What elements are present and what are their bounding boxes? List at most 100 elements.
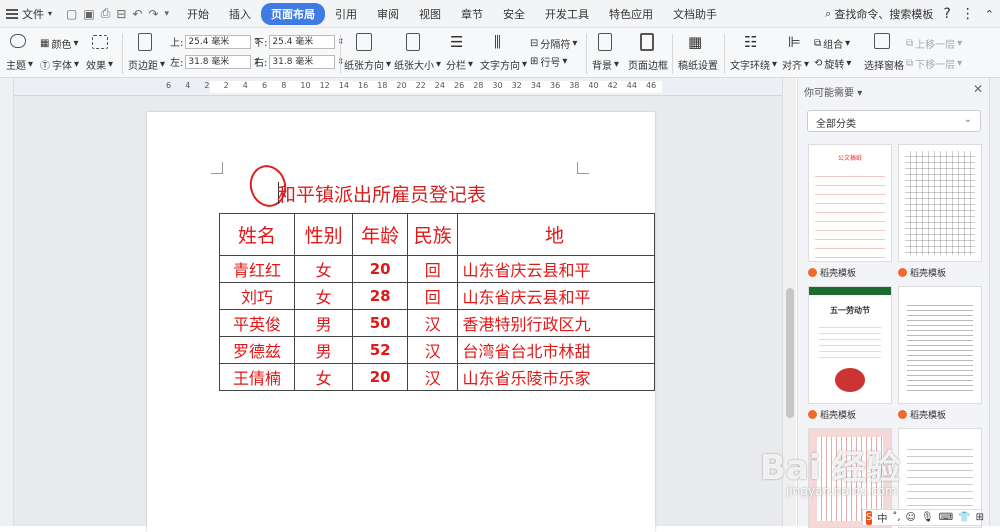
cell-gender[interactable]: 女 xyxy=(294,282,354,310)
cell-ethnic[interactable]: 汉 xyxy=(407,363,459,391)
cell-gender[interactable]: 女 xyxy=(294,363,354,391)
cell-addr[interactable]: 香港特别行政区九 xyxy=(457,309,655,337)
template-card[interactable]: 公文稿纸 xyxy=(808,144,892,262)
sogou-icon[interactable]: S xyxy=(866,510,873,525)
customize-icon[interactable]: ▾ xyxy=(165,9,170,19)
bring-forward-button[interactable]: ⧉ 上移一层 ▾ xyxy=(906,36,962,51)
cell-name[interactable]: 平英俊 xyxy=(218,309,296,337)
print-icon[interactable]: ⎙ xyxy=(101,6,111,21)
template-card[interactable]: 五一劳动节 xyxy=(808,286,892,404)
cell-addr[interactable]: 台湾省台北市林甜 xyxy=(457,336,655,364)
rotate-button[interactable]: ⟲ 旋转 ▾ xyxy=(814,56,851,71)
skin-icon[interactable]: 👕 xyxy=(958,512,970,523)
right-margin-input[interactable]: 31.8 毫米 xyxy=(269,54,336,69)
tab-1[interactable]: 插入 xyxy=(219,3,261,25)
cell-ethnic[interactable]: 回 xyxy=(407,282,459,310)
top-margin-input[interactable]: 25.4 毫米 xyxy=(185,34,252,49)
tab-4[interactable]: 审阅 xyxy=(367,3,409,25)
effects-icon[interactable] xyxy=(92,35,108,49)
print-preview-icon[interactable]: ⊟ xyxy=(116,7,126,21)
effects-button[interactable]: 效果 ▾ xyxy=(86,57,113,72)
category-select[interactable]: 全部分类 ⌄ xyxy=(807,110,981,132)
text-wrap-icon[interactable]: ☷ xyxy=(744,33,757,51)
theme-icon[interactable] xyxy=(10,34,26,48)
file-menu[interactable]: 文件 ▾ xyxy=(0,0,58,28)
page-border-button[interactable]: 页面边框 xyxy=(628,57,668,72)
tab-8[interactable]: 开发工具 xyxy=(535,3,599,25)
keyboard-icon[interactable]: ⌨ xyxy=(939,512,953,523)
cell-ethnic[interactable]: 汉 xyxy=(407,336,459,364)
cell-name[interactable]: 刘巧 xyxy=(218,282,296,310)
header-ethnic[interactable]: 民族 xyxy=(407,213,459,256)
help-icon[interactable]: ? xyxy=(943,6,950,22)
separator-button[interactable]: ⊟ 分隔符 ▾ xyxy=(530,36,577,51)
background-icon[interactable] xyxy=(598,33,612,51)
tab-9[interactable]: 特色应用 xyxy=(599,3,663,25)
emoji-icon[interactable]: ☺ xyxy=(906,512,916,523)
orientation-button[interactable]: 纸张方向 ▾ xyxy=(344,57,391,72)
margins-icon[interactable] xyxy=(138,33,152,51)
tab-0[interactable]: 开始 xyxy=(177,3,219,25)
size-icon[interactable] xyxy=(406,33,420,51)
toolbox-icon[interactable]: ⊞ xyxy=(976,512,984,523)
punctuation-icon[interactable]: ˚, xyxy=(892,512,900,523)
align-icon[interactable]: ⊫ xyxy=(788,33,801,51)
template-card[interactable] xyxy=(898,286,982,404)
redo-icon[interactable]: ↷ xyxy=(148,7,158,21)
save-icon[interactable]: ▣ xyxy=(83,7,94,21)
header-name[interactable]: 姓名 xyxy=(218,213,296,256)
theme-button[interactable]: 主题 ▾ xyxy=(6,57,33,72)
left-margin-input[interactable]: 31.8 毫米 xyxy=(185,54,252,69)
select-pane-button[interactable]: 选择窗格 xyxy=(864,57,904,72)
close-icon[interactable]: ✕ xyxy=(973,82,983,96)
orientation-icon[interactable] xyxy=(356,33,372,51)
text-direction-button[interactable]: 文字方向 ▾ xyxy=(480,57,527,72)
header-address[interactable]: 地 xyxy=(457,213,655,256)
columns-icon[interactable]: ☰ xyxy=(450,33,463,51)
undo-icon[interactable]: ↶ xyxy=(132,7,142,21)
tab-5[interactable]: 视图 xyxy=(409,3,451,25)
new-doc-icon[interactable]: ▢ xyxy=(66,7,77,21)
paper-settings-icon[interactable]: ▦ xyxy=(688,33,702,51)
tab-10[interactable]: 文档助手 xyxy=(663,3,727,25)
bottom-margin-input[interactable]: 25.4 毫米 xyxy=(269,34,336,49)
margins-button[interactable]: 页边距 ▾ xyxy=(128,57,165,72)
header-age[interactable]: 年龄 xyxy=(352,213,409,256)
send-backward-button[interactable]: ⧉ 下移一层 ▾ xyxy=(906,56,962,71)
cell-age[interactable]: 50 xyxy=(352,309,409,337)
cell-gender[interactable]: 男 xyxy=(294,336,354,364)
cell-addr[interactable]: 山东省庆云县和平 xyxy=(457,282,655,310)
cell-addr[interactable]: 山东省庆云县和平 xyxy=(457,255,655,283)
text-direction-icon[interactable]: ⫼ xyxy=(494,33,501,51)
cell-gender[interactable]: 男 xyxy=(294,309,354,337)
tab-7[interactable]: 安全 xyxy=(493,3,535,25)
panel-title[interactable]: 你可能需要 ▾ xyxy=(804,84,862,99)
page-border-icon[interactable] xyxy=(640,33,654,51)
background-button[interactable]: 背景 ▾ xyxy=(592,57,619,72)
cell-age[interactable]: 52 xyxy=(352,336,409,364)
search-command[interactable]: ⌕ 查找命令、搜索模板 xyxy=(825,6,933,22)
cell-age[interactable]: 20 xyxy=(352,363,409,391)
cell-ethnic[interactable]: 回 xyxy=(407,255,459,283)
font-theme-button[interactable]: Ⓣ 字体 ▾ xyxy=(40,57,79,72)
cell-name[interactable]: 罗德兹 xyxy=(218,336,296,364)
cell-gender[interactable]: 女 xyxy=(294,255,354,283)
document-page[interactable]: 和平镇派出所雇员登记表 姓名 性别 年龄 民族 地 青红红女 20 回山东省庆云县和… xyxy=(147,112,655,532)
language-toggle[interactable]: 中 xyxy=(877,510,887,525)
cell-age[interactable]: 28 xyxy=(352,282,409,310)
more-icon[interactable]: ⋮ xyxy=(961,6,975,22)
group-button[interactable]: ⧉ 组合 ▾ xyxy=(814,36,850,51)
cell-addr[interactable]: 山东省乐陵市乐家 xyxy=(457,363,655,391)
mic-icon[interactable]: 🎙 xyxy=(921,512,934,523)
cell-ethnic[interactable]: 汉 xyxy=(407,309,459,337)
scrollbar-thumb[interactable] xyxy=(786,288,794,418)
paper-settings-button[interactable]: 稿纸设置 xyxy=(678,57,718,72)
columns-button[interactable]: 分栏 ▾ xyxy=(446,57,473,72)
text-wrap-button[interactable]: 文字环绕 ▾ xyxy=(730,57,777,72)
cell-name[interactable]: 青红红 xyxy=(218,255,296,283)
cell-age[interactable]: 20 xyxy=(352,255,409,283)
template-card[interactable] xyxy=(898,144,982,262)
cell-name[interactable]: 王倩楠 xyxy=(218,363,296,391)
select-pane-icon[interactable] xyxy=(874,33,890,49)
registration-table[interactable]: 姓名 性别 年龄 民族 地 青红红女 20 回山东省庆云县和平 刘巧女 28 回山东省庆云… xyxy=(218,213,655,391)
